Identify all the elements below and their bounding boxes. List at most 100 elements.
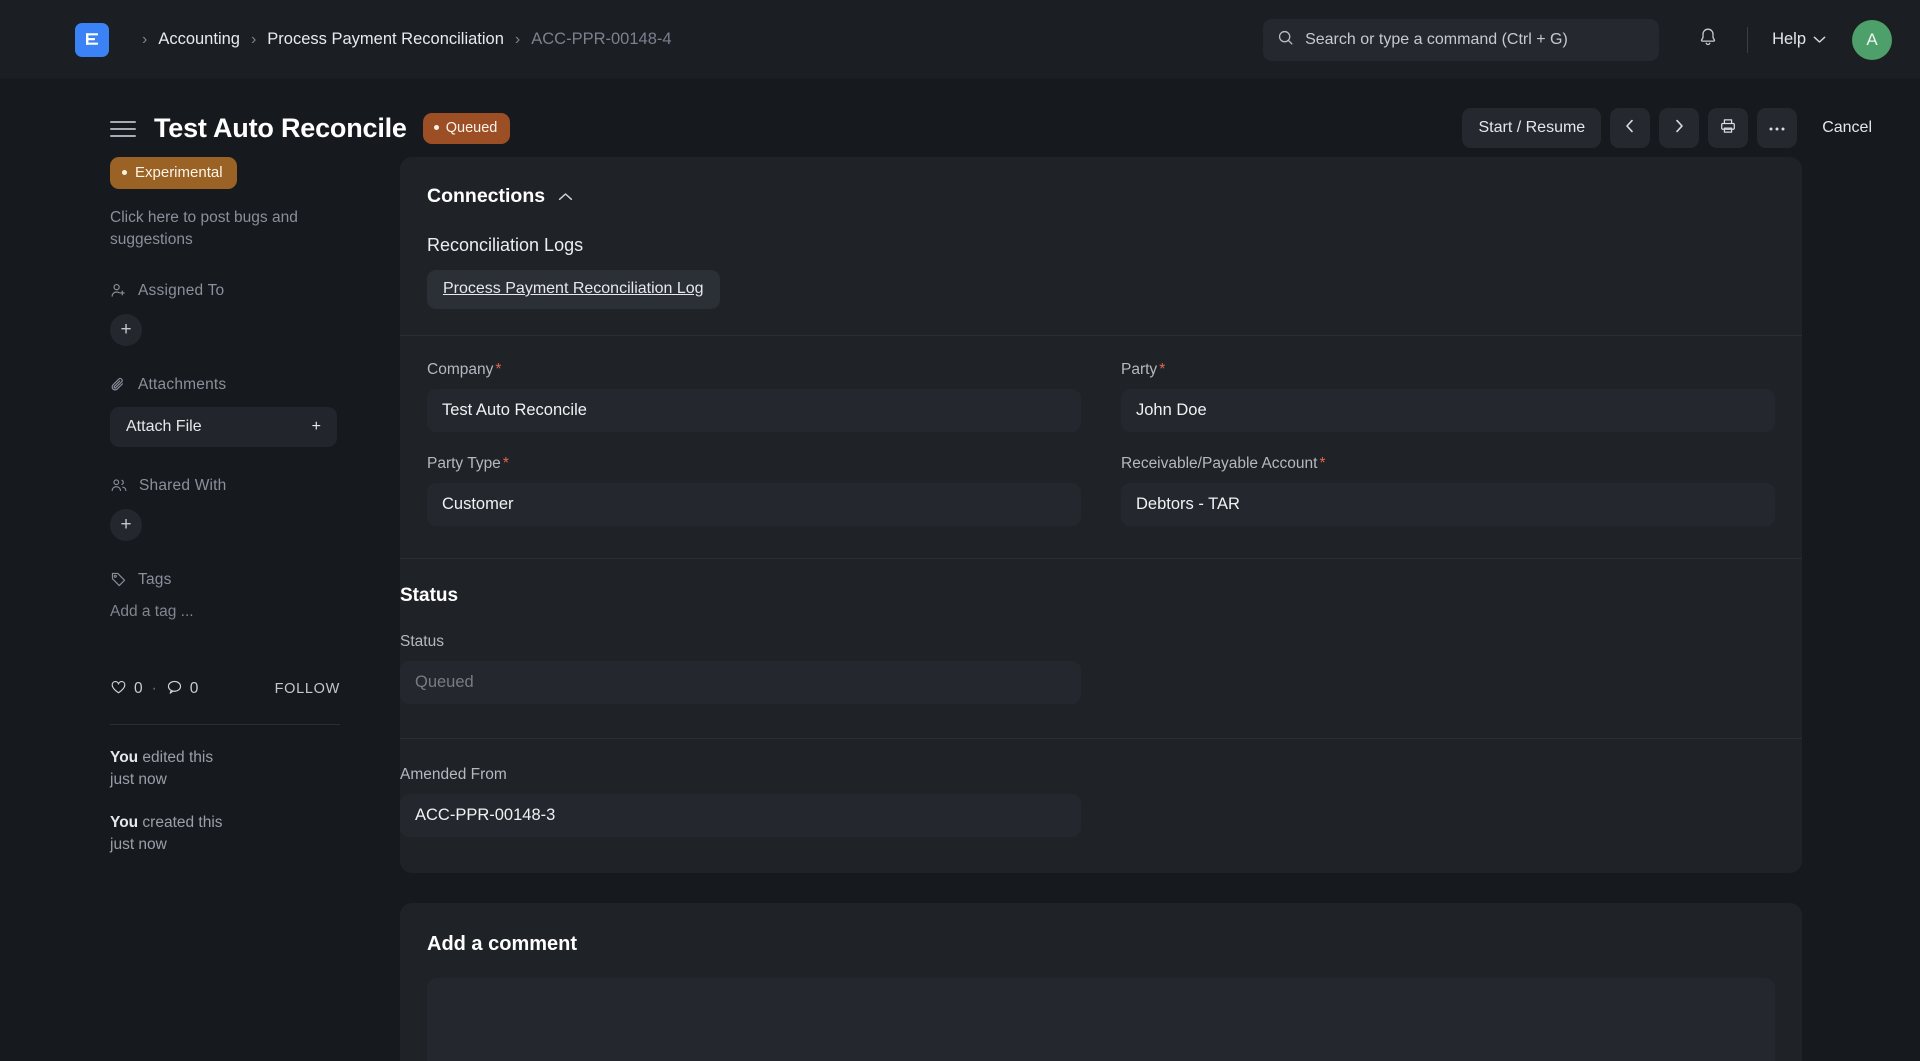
comment-title: Add a comment — [427, 933, 578, 955]
breadcrumb-item-current: ACC-PPR-00148-4 — [531, 30, 672, 48]
field-company-input[interactable]: Test Auto Reconcile — [427, 389, 1081, 432]
social-separator: · — [151, 680, 157, 698]
top-navbar: › Accounting › Process Payment Reconcili… — [0, 0, 1920, 79]
activity-text: edited this — [138, 748, 214, 766]
experimental-badge[interactable]: Experimental — [110, 157, 237, 189]
start-resume-button[interactable]: Start / Resume — [1462, 108, 1602, 148]
connections-toggle[interactable]: Connections — [427, 157, 1775, 208]
breadcrumb-separator-0: › — [142, 30, 148, 48]
field-receivable-account-input[interactable]: Debtors - TAR — [1121, 483, 1775, 526]
field-amended-from-label: Amended From — [400, 766, 507, 783]
tags-label: Tags — [138, 570, 172, 588]
bell-icon — [1698, 27, 1718, 53]
like-button[interactable]: 0 — [110, 679, 143, 700]
like-count: 0 — [134, 680, 143, 698]
sidebar-section-shared-with: Shared With + — [110, 477, 400, 541]
field-amended-from-input[interactable]: ACC-PPR-00148-3 — [400, 794, 1081, 837]
notifications-button[interactable] — [1687, 19, 1729, 61]
previous-document-button[interactable] — [1610, 108, 1651, 148]
sidebar-divider — [110, 723, 340, 725]
field-company: Company * Test Auto Reconcile — [427, 361, 1081, 432]
page-header-actions: Start / Resume Cancel — [1462, 108, 1888, 148]
follow-button[interactable]: FOLLOW — [275, 681, 340, 697]
search-input[interactable] — [1305, 30, 1646, 49]
field-party-type-label: Party Type * — [427, 455, 1081, 473]
navbar-right-group: Help A — [1263, 18, 1892, 61]
field-party-type: Party Type * Customer — [427, 455, 1081, 526]
chevron-right-icon — [1673, 118, 1685, 139]
add-assignment-button[interactable]: + — [110, 313, 142, 346]
details-grid: Company * Test Auto Reconcile Party Type *… — [427, 336, 1775, 558]
assigned-to-label: Assigned To — [138, 281, 225, 299]
field-party-type-label-text: Party Type — [427, 455, 501, 472]
required-marker: * — [502, 455, 509, 472]
required-marker: * — [495, 361, 502, 378]
status-section: Status Status Queued — [400, 559, 1802, 739]
field-company-label-text: Company — [427, 361, 494, 378]
more-actions-button[interactable] — [1757, 108, 1798, 148]
help-label: Help — [1772, 30, 1806, 48]
activity-time: just now — [110, 771, 167, 789]
shared-with-label: Shared With — [139, 476, 227, 494]
activity-actor: You — [110, 813, 139, 831]
main-content: Connections Reconciliation Logs Process … — [400, 157, 1920, 1061]
attachments-label: Attachments — [138, 375, 227, 393]
add-share-button[interactable]: + — [110, 508, 142, 541]
connections-group-label: Reconciliation Logs — [427, 235, 584, 255]
page-body: Experimental Click here to post bugs and… — [0, 157, 1920, 1061]
cancel-button[interactable]: Cancel — [1806, 108, 1888, 148]
attach-file-button[interactable]: Attach File + — [110, 406, 337, 447]
assigned-to-header: Assigned To — [110, 282, 400, 300]
field-party-input[interactable]: John Doe — [1121, 389, 1775, 432]
add-tag-input[interactable]: Add a tag ... — [110, 603, 400, 621]
breadcrumb-item-accounting[interactable]: Accounting — [158, 30, 240, 49]
details-section: Company * Test Auto Reconcile Party Type *… — [400, 336, 1802, 559]
required-marker: * — [1319, 455, 1326, 472]
print-button[interactable] — [1708, 108, 1749, 148]
status-badge[interactable]: Queued — [422, 112, 511, 144]
breadcrumb: › Accounting › Process Payment Reconcili… — [131, 30, 672, 49]
field-status-label: Status — [400, 633, 444, 650]
field-receivable-account-label: Receivable/Payable Account * — [1121, 455, 1775, 473]
breadcrumb-item-process-payment-reconciliation[interactable]: Process Payment Reconciliation — [267, 30, 504, 49]
field-party-type-input[interactable]: Customer — [427, 483, 1081, 526]
tag-icon — [110, 571, 127, 588]
help-menu-button[interactable]: Help — [1766, 24, 1832, 55]
search-box[interactable] — [1263, 18, 1660, 61]
field-receivable-account-label-text: Receivable/Payable Account — [1121, 455, 1318, 472]
activity-entry-created: You created this just now — [110, 812, 400, 857]
document-sidebar: Experimental Click here to post bugs and… — [0, 157, 400, 1061]
hamburger-icon[interactable] — [110, 121, 136, 137]
activity-time: just now — [110, 836, 167, 854]
chevron-down-icon — [1813, 30, 1826, 49]
comment-icon — [166, 679, 183, 700]
hamburger-bar-1 — [110, 121, 136, 123]
sidebar-section-attachments: Attachments Attach File + — [110, 376, 400, 447]
heart-icon — [110, 679, 127, 700]
plus-icon: + — [311, 417, 321, 435]
sidebar-section-assigned-to: Assigned To + — [110, 282, 400, 346]
status-badge-label: Queued — [445, 119, 498, 136]
experimental-label: Experimental — [135, 164, 223, 181]
field-party: Party * John Doe — [1121, 361, 1775, 432]
experimental-note[interactable]: Click here to post bugs and suggestions — [110, 207, 325, 252]
connection-link-reconciliation-log[interactable]: Process Payment Reconciliation Log — [427, 270, 720, 309]
amended-from-section: Amended From ACC-PPR-00148-3 — [400, 739, 1802, 873]
field-amended-from: Amended From ACC-PPR-00148-3 — [400, 766, 1081, 837]
tags-header: Tags — [110, 571, 400, 589]
field-receivable-account: Receivable/Payable Account * Debtors - TA… — [1121, 455, 1775, 526]
hamburger-bar-3 — [110, 135, 136, 137]
field-status-input[interactable]: Queued — [400, 661, 1081, 704]
details-column-right: Party * John Doe Receivable/Payable Accou… — [1121, 361, 1775, 530]
app-logo-icon[interactable] — [75, 22, 109, 57]
comment-count-button[interactable]: 0 — [166, 679, 198, 700]
ellipsis-icon — [1768, 119, 1786, 137]
field-party-label: Party * — [1121, 361, 1775, 379]
comment-input[interactable] — [427, 978, 1775, 1061]
next-document-button[interactable] — [1659, 108, 1700, 148]
activity-actor: You — [110, 748, 139, 766]
avatar[interactable]: A — [1852, 19, 1892, 60]
breadcrumb-separator-2: › — [514, 30, 521, 48]
attachments-header: Attachments — [110, 376, 400, 394]
field-company-label: Company * — [427, 361, 1081, 379]
